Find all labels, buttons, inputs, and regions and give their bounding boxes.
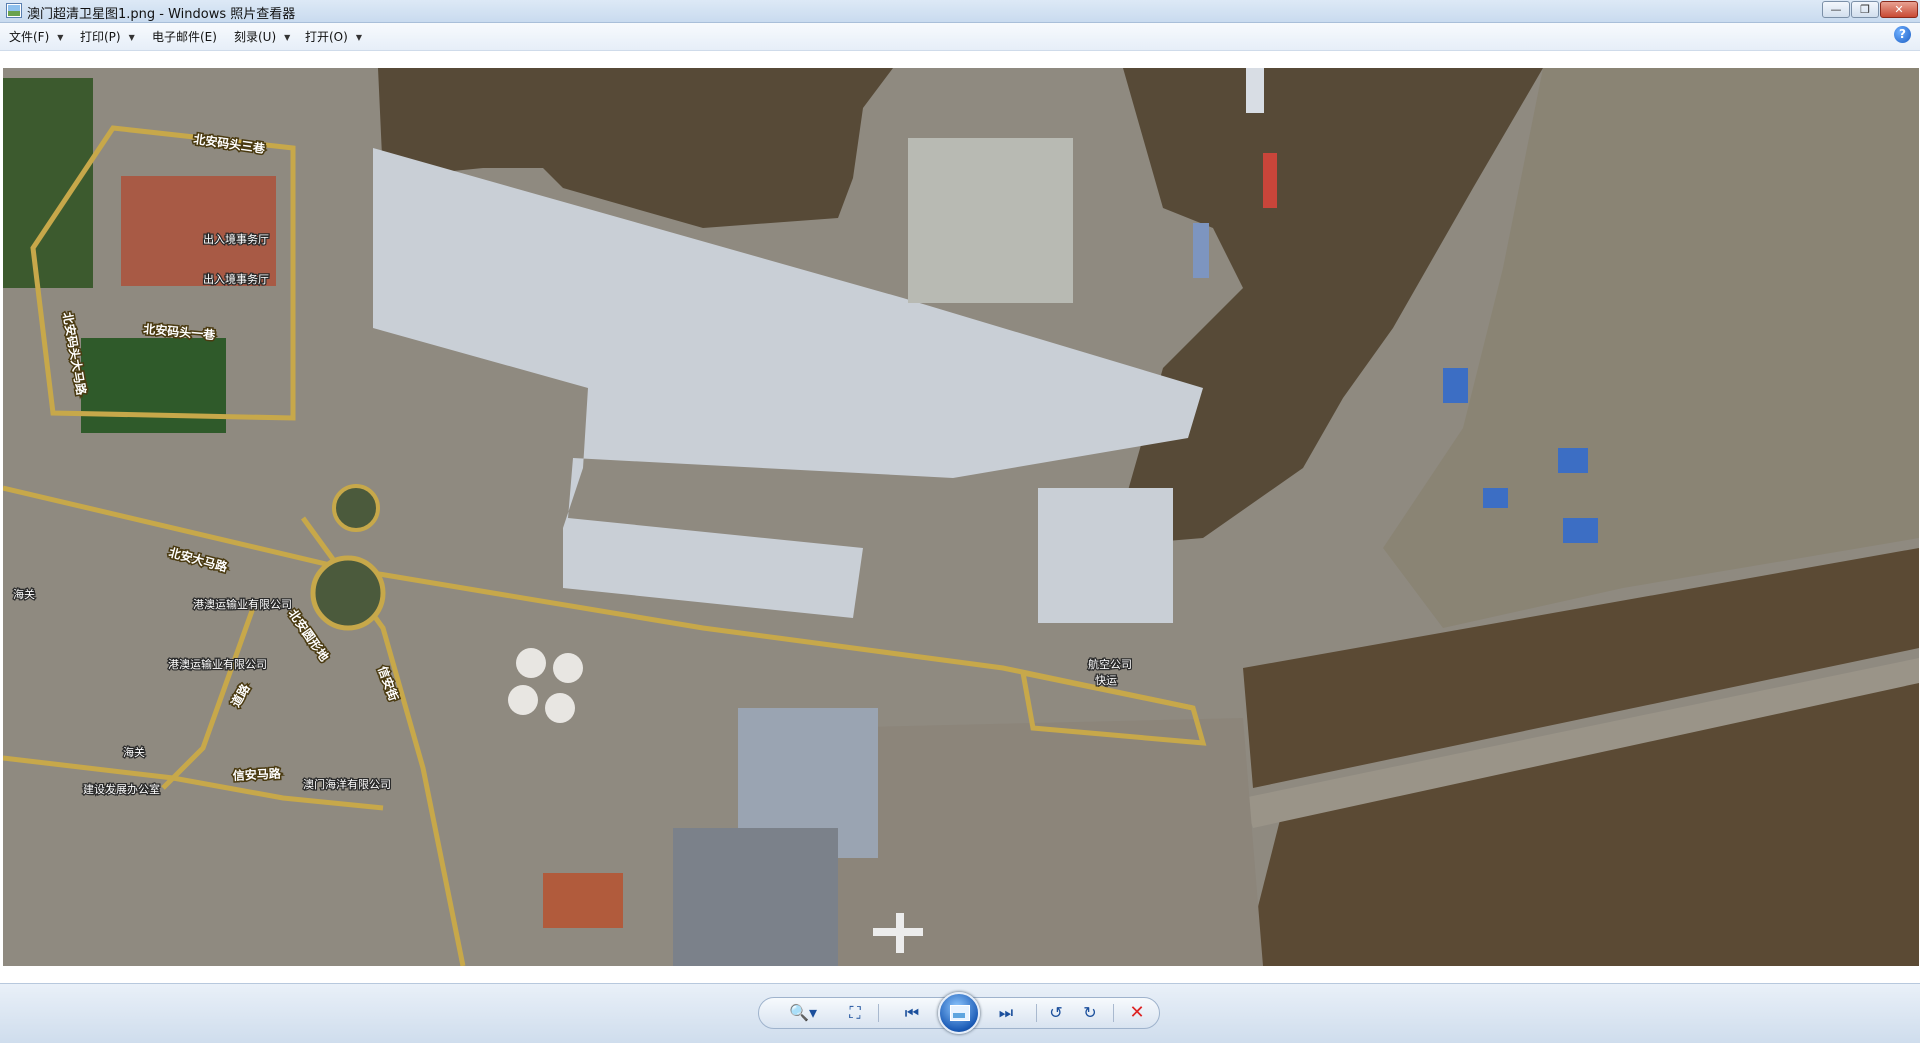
menu-print-label: 打印(P) xyxy=(80,30,121,44)
bottom-toolbar: 🔍▾ ⛶ ⏮ ⏭ ↺ ↻ ✕ xyxy=(0,983,1920,1043)
image-viewport[interactable]: 北安码头三巷 北安码头一巷 北安大马路 北安码头大马路 北安圆形地 信安马路 信… xyxy=(0,51,1920,983)
menu-open[interactable]: 打开(O) ▼ xyxy=(305,28,362,45)
place-label: 海关 xyxy=(123,745,145,759)
menu-bar: 文件(F) ▼ 打印(P) ▼ 电子邮件(E) 刻录(U) ▼ 打开(O) ▼ ? xyxy=(0,23,1920,51)
blue-roof xyxy=(1483,488,1508,508)
menu-email[interactable]: 电子邮件(E) xyxy=(152,28,217,45)
road-label: 信安马路 xyxy=(232,765,282,783)
place-label: 出入境事务厅 xyxy=(203,272,269,286)
zoom-icon[interactable]: 🔍▾ xyxy=(786,1002,820,1024)
ship xyxy=(1246,68,1264,113)
park-green xyxy=(81,338,226,433)
menu-print[interactable]: 打印(P) ▼ xyxy=(80,28,135,45)
maximize-button[interactable]: ❐ xyxy=(1851,1,1879,18)
rotate-right-icon[interactable]: ↻ xyxy=(1079,1002,1101,1024)
close-button[interactable]: ✕ xyxy=(1880,1,1918,18)
place-label: 港澳运输业有限公司 xyxy=(168,657,267,671)
previous-image-icon[interactable]: ⏮ xyxy=(899,1002,925,1024)
shed-roof xyxy=(1038,488,1173,623)
toolbar-separator xyxy=(1036,1004,1037,1022)
storage-tank xyxy=(545,693,575,723)
ship xyxy=(1193,223,1209,278)
toolbar-separator xyxy=(878,1004,879,1022)
chevron-down-icon: ▼ xyxy=(57,33,64,42)
minimize-button[interactable]: — xyxy=(1822,1,1850,18)
satellite-image: 北安码头三巷 北安码头一巷 北安大马路 北安码头大马路 北安圆形地 信安马路 信… xyxy=(3,68,1919,966)
roundabout xyxy=(310,555,386,631)
storage-tank xyxy=(516,648,546,678)
terminal-block xyxy=(908,138,1073,303)
blue-roof xyxy=(1443,368,1468,403)
blue-roof xyxy=(1563,518,1598,543)
chevron-down-icon: ▼ xyxy=(128,33,135,42)
red-roof-building-2 xyxy=(543,873,623,928)
menu-burn[interactable]: 刻录(U) ▼ xyxy=(234,28,290,45)
hillside-green xyxy=(3,78,93,288)
storage-tank xyxy=(508,685,538,715)
title-bar: 澳门超清卫星图1.png - Windows 照片查看器 — ❐ ✕ xyxy=(0,0,1920,23)
storage-tank xyxy=(553,653,583,683)
roundabout-small xyxy=(332,484,380,532)
rotate-left-icon[interactable]: ↺ xyxy=(1045,1002,1067,1024)
chevron-down-icon: ▼ xyxy=(355,33,362,42)
menu-email-label: 电子邮件(E) xyxy=(152,30,217,44)
place-label: 建设发展办公室 xyxy=(83,782,160,796)
place-label: 港澳运输业有限公司 xyxy=(193,597,292,611)
place-label: 澳门海洋有限公司 xyxy=(303,777,391,791)
menu-burn-label: 刻录(U) xyxy=(234,30,277,44)
place-label: 海关 xyxy=(13,587,35,601)
help-icon[interactable]: ? xyxy=(1894,26,1911,43)
slideshow-button[interactable] xyxy=(938,992,980,1034)
delete-icon[interactable]: ✕ xyxy=(1126,1002,1148,1024)
fit-window-icon[interactable]: ⛶ xyxy=(844,1002,866,1024)
menu-file-label: 文件(F) xyxy=(9,30,50,44)
hangar-roof xyxy=(673,828,838,966)
window-title: 澳门超清卫星图1.png - Windows 照片查看器 xyxy=(27,7,296,22)
place-label: 出入境事务厅 xyxy=(203,232,269,246)
chevron-down-icon: ▼ xyxy=(284,33,291,42)
menu-file[interactable]: 文件(F) ▼ xyxy=(9,28,63,45)
blue-roof xyxy=(1558,448,1588,473)
place-label: 航空公司 xyxy=(1088,657,1132,671)
toolbar-separator xyxy=(1113,1004,1114,1022)
slideshow-icon xyxy=(950,1005,970,1021)
place-label: 快运 xyxy=(1095,674,1117,687)
menu-open-label: 打开(O) xyxy=(305,30,348,44)
ship-red xyxy=(1263,153,1277,208)
next-image-icon[interactable]: ⏭ xyxy=(993,1002,1019,1024)
photo-viewer-app-icon xyxy=(6,3,22,18)
red-roof-building xyxy=(121,176,276,286)
